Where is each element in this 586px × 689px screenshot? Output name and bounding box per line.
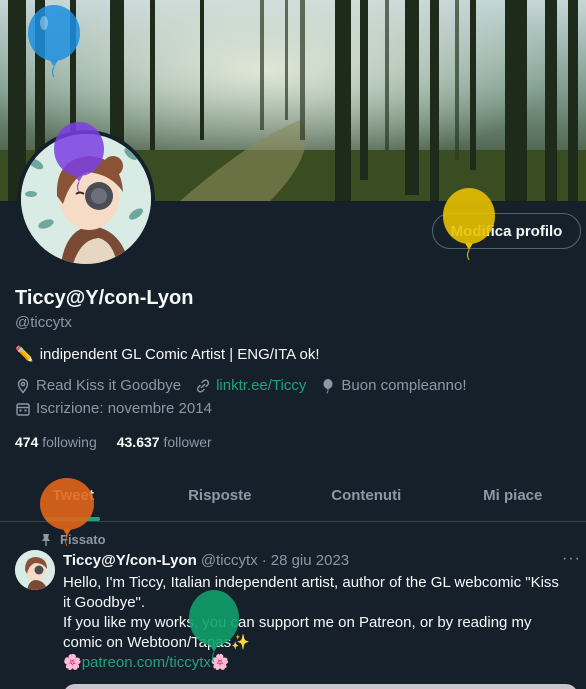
tweet-line: If you like my works, you can support me…: [63, 614, 532, 631]
following-count: 474: [15, 434, 39, 450]
tweet-author-handle[interactable]: @ticcytx: [201, 552, 258, 569]
joined-text: Iscrizione: novembre 2014: [36, 400, 212, 417]
tweet-line: Hello, I'm Ticcy, Italian independent ar…: [63, 574, 559, 591]
balloon-icon: [323, 378, 333, 394]
profile-handle: @ticcytx: [15, 314, 72, 331]
tweet-link-line: 🌸patreon.com/ticcytx🌸: [63, 653, 583, 673]
tweet-date[interactable]: 28 giu 2023: [271, 552, 349, 569]
tab-replies[interactable]: Risposte: [147, 470, 294, 521]
location-icon: [17, 378, 29, 394]
purple-balloon-icon: [54, 122, 104, 192]
following-label: following: [42, 434, 97, 450]
follow-stats: 474 following 43.637 follower: [15, 434, 212, 450]
tweet-line: comic on Webtoon/Tapas✨: [63, 634, 250, 651]
joined-item: Iscrizione: novembre 2014: [15, 400, 212, 417]
location-text: Read Kiss it Goodbye: [36, 377, 182, 394]
website-item[interactable]: linktr.ee/Ticcy: [195, 377, 306, 394]
tweet-line: it Goodbye".: [63, 594, 146, 611]
link-icon: [197, 378, 210, 393]
followers-count: 43.637: [116, 434, 160, 450]
profile-meta-row-2: Iscrizione: novembre 2014: [15, 400, 226, 417]
tweet-separator: ·: [261, 552, 267, 569]
calendar-icon: [16, 402, 30, 416]
profile-meta-row-1: Read Kiss it Goodbye linktr.ee/Ticcy Buo…: [15, 377, 480, 394]
followers-label: follower: [163, 434, 212, 450]
profile-bio: ✏️ indipendent GL Comic Artist | ENG/ITA…: [15, 345, 320, 364]
yellow-balloon-icon: [443, 188, 495, 260]
tweet-text: Hello, I'm Ticcy, Italian independent ar…: [63, 573, 583, 673]
followers-link[interactable]: 43.637 follower: [117, 434, 212, 450]
birthday-text: Buon compleanno!: [341, 377, 467, 394]
profile-name: Ticcy@Y/con-Lyon: [15, 287, 194, 309]
tweet-media-preview[interactable]: [63, 684, 578, 689]
more-icon[interactable]: ···: [562, 550, 581, 568]
blue-balloon-icon: [28, 5, 80, 77]
following-link[interactable]: 474 following: [15, 434, 97, 450]
tweet-author-avatar[interactable]: [15, 550, 55, 590]
pencil-emoji: ✏️: [15, 346, 34, 363]
tab-likes[interactable]: Mi piace: [440, 470, 586, 521]
location-item: Read Kiss it Goodbye: [15, 377, 181, 394]
green-balloon-icon: [189, 590, 239, 663]
flower-emoji: 🌸: [63, 654, 82, 671]
tweet-author-name[interactable]: Ticcy@Y/con-Lyon: [63, 552, 197, 569]
tweet-header: Ticcy@Y/con-Lyon @ticcytx · 28 giu 2023: [63, 552, 349, 569]
tab-media[interactable]: Contenuti: [293, 470, 440, 521]
website-link[interactable]: linktr.ee/Ticcy: [216, 377, 306, 394]
bio-text: indipendent GL Comic Artist | ENG/ITA ok…: [39, 345, 320, 363]
birthday-item: Buon compleanno!: [320, 377, 466, 394]
orange-balloon-icon: [40, 478, 94, 547]
